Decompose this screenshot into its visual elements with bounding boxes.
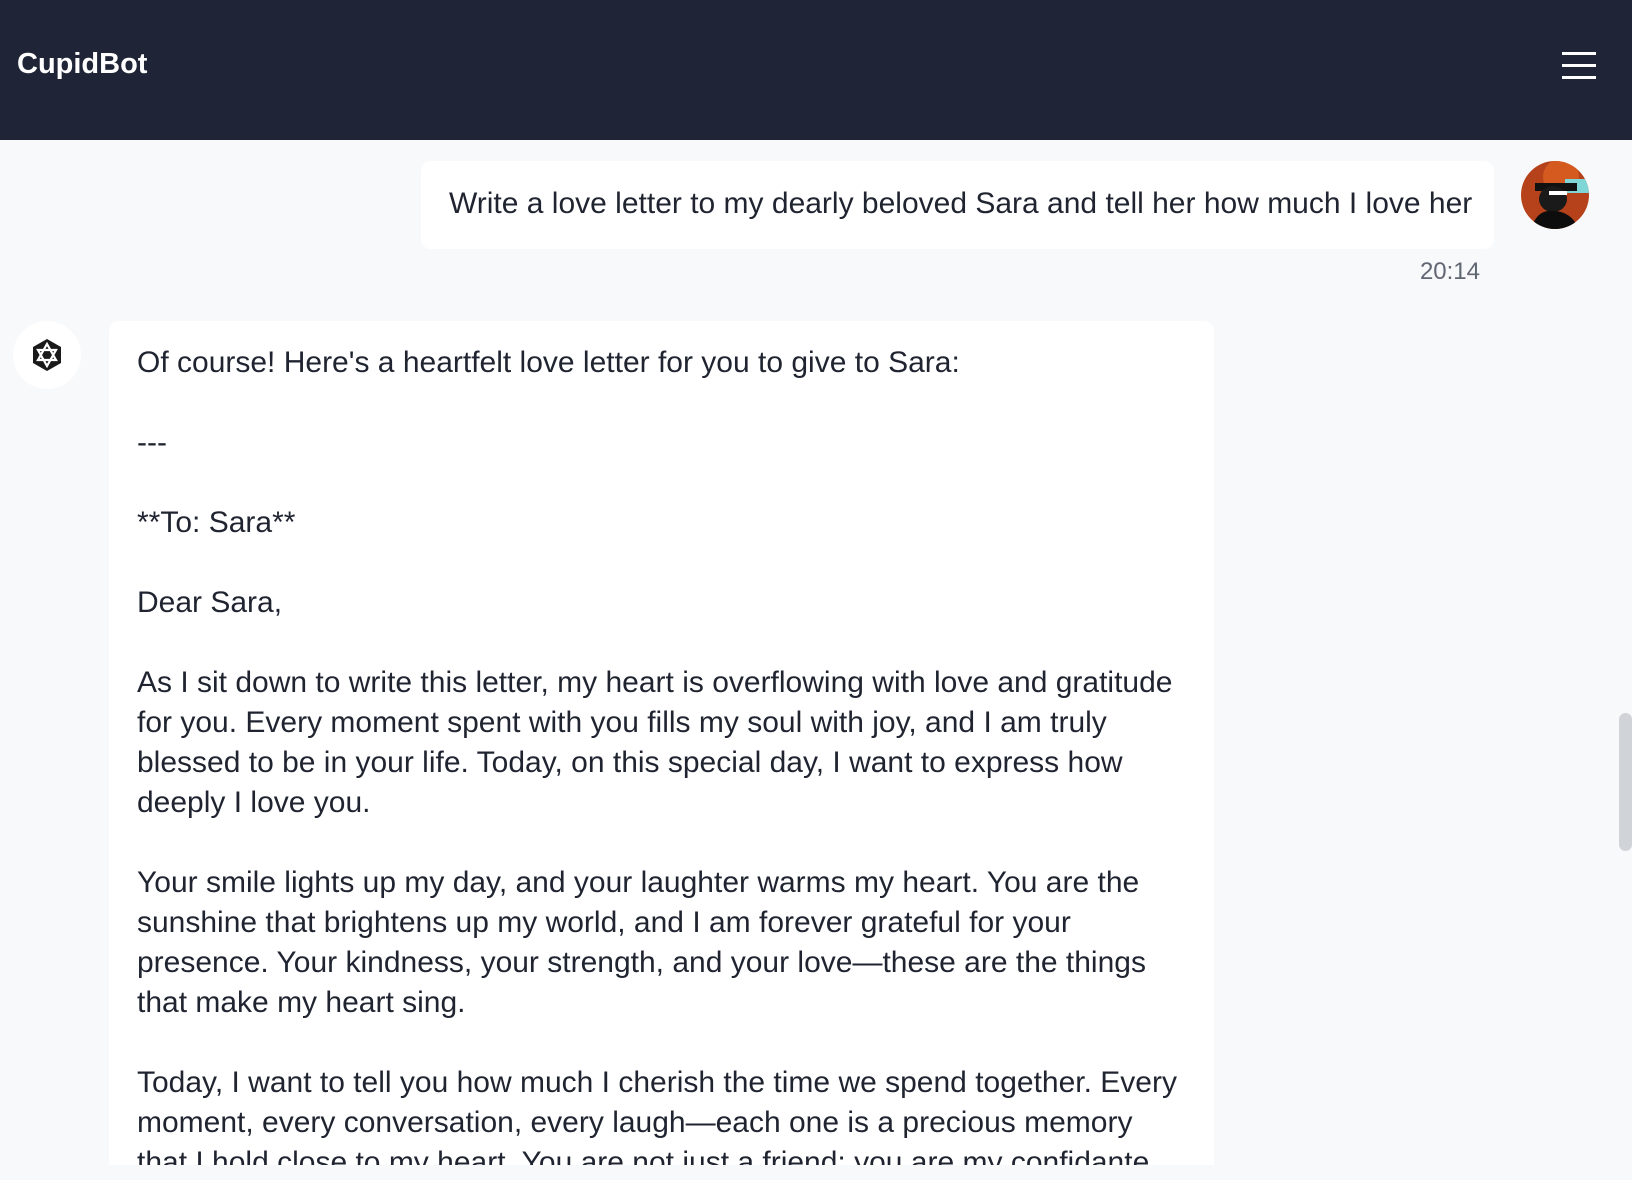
user-message-bubble: Write a love letter to my dearly beloved…	[421, 161, 1494, 249]
bot-message-bubble: Of course! Here's a heartfelt love lette…	[109, 321, 1214, 1165]
message-timestamp: 20:14	[1419, 258, 1480, 285]
bot-message-paragraph: Your smile lights up my day, and your la…	[137, 866, 1146, 1019]
bot-message-paragraph: ---	[137, 426, 167, 459]
user-avatar[interactable]	[1521, 161, 1589, 229]
bot-message-paragraph: **To: Sara**	[137, 506, 296, 539]
bot-message-paragraph: Dear Sara,	[137, 586, 283, 619]
bot-logo-icon	[13, 321, 81, 389]
bot-message-paragraph: Today, I want to tell you how much I che…	[137, 1066, 1177, 1165]
app-header: CupidBot	[0, 0, 1632, 140]
chat-area[interactable]: Write a love letter to my dearly beloved…	[0, 140, 1632, 1165]
hamburger-menu-icon[interactable]	[1560, 49, 1598, 83]
scrollbar-thumb[interactable]	[1619, 713, 1632, 851]
bot-message-paragraph: As I sit down to write this letter, my h…	[137, 666, 1173, 819]
app-title: CupidBot	[17, 48, 148, 80]
user-message-text: Write a love letter to my dearly beloved…	[449, 187, 1473, 220]
bot-message-paragraph: Of course! Here's a heartfelt love lette…	[137, 346, 960, 379]
